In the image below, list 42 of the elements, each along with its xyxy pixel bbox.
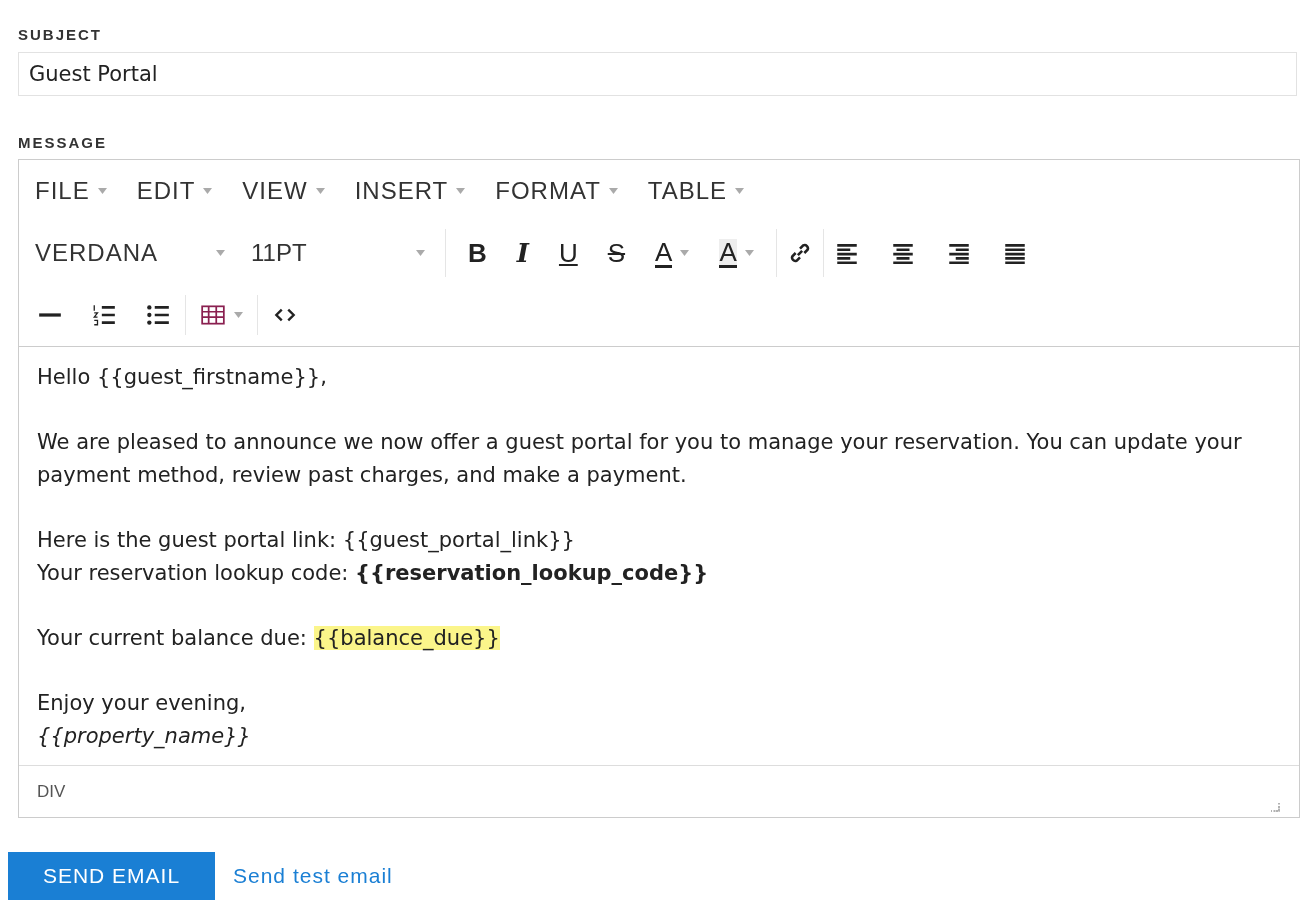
- body-text: Enjoy your evening,: [37, 690, 247, 717]
- caret-icon: [735, 188, 745, 194]
- caret-icon: [744, 250, 754, 256]
- body-text: Here is the guest portal link: {{guest_portal_link}}: [37, 527, 576, 555]
- field-label: MESSAGE: [18, 132, 108, 153]
- text-color-button[interactable]: A: [643, 238, 702, 268]
- body-text: We are pleased to announce we now offer a guest portal for you to manage your reservation. You can update your payment method, review past charges, and make a payment.: [37, 429, 1243, 489]
- caret-icon: [315, 188, 325, 194]
- body-text: Your reservation lookup code: {{reservation_lookup_code}}: [37, 560, 710, 587]
- bold-button[interactable]: B: [456, 240, 499, 266]
- numbered-list-icon[interactable]: [91, 302, 117, 328]
- menu-item[interactable]: TABLE: [647, 173, 745, 209]
- font-dropdown[interactable]: VERDANA: [35, 235, 235, 271]
- body-text: {{property_name}}: [37, 723, 252, 751]
- background-color-button[interactable]: A: [707, 238, 766, 268]
- body-text: Hello {{guest_firstname}},: [37, 364, 328, 392]
- menu-item[interactable]: FILE: [35, 173, 107, 209]
- caret-icon: [416, 250, 425, 256]
- caret-icon: [456, 188, 466, 194]
- menu-item[interactable]: EDIT: [136, 173, 213, 209]
- table-icon[interactable]: [200, 302, 226, 328]
- caret-icon: [216, 250, 225, 256]
- subject-field[interactable]: Guest Portal: [18, 51, 1297, 96]
- caret-icon: [234, 312, 243, 318]
- caret-icon: [608, 188, 618, 194]
- underline-button[interactable]: U: [546, 240, 590, 266]
- menu-item[interactable]: VIEW: [242, 173, 325, 209]
- resize-handle-icon[interactable]: [1269, 801, 1281, 813]
- caret-icon: [680, 250, 690, 256]
- bullet-list-icon[interactable]: [145, 302, 171, 328]
- menu-item[interactable]: FORMAT: [495, 173, 618, 209]
- strikethrough-button[interactable]: S: [595, 240, 638, 266]
- send-email-button[interactable]: SEND EMAIL: [8, 852, 215, 900]
- body-text: Your current balance due: {{balance_due}}: [37, 625, 501, 653]
- field-label: SUBJECT: [18, 25, 103, 45]
- element-path: DIV: [37, 780, 66, 803]
- size-dropdown[interactable]: 11PT: [235, 235, 435, 271]
- menu-item[interactable]: INSERT: [354, 173, 466, 209]
- italic-button[interactable]: I: [504, 240, 541, 266]
- send-test-email-link[interactable]: Send test email: [233, 860, 393, 892]
- caret-icon: [97, 188, 107, 194]
- caret-icon: [203, 188, 213, 194]
